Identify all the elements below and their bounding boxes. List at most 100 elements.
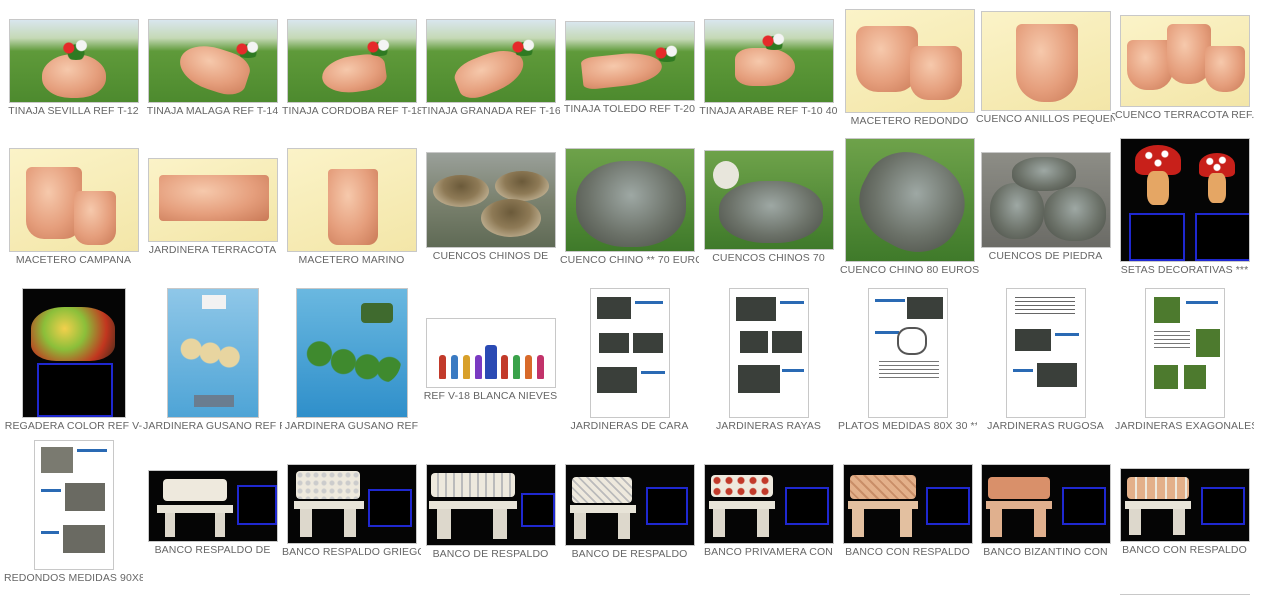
- product-caption[interactable]: JARDINERAS DE CARA: [560, 420, 699, 433]
- product-caption[interactable]: TINAJA GRANADA REF T-16: [421, 105, 560, 118]
- product-thumbnail[interactable]: [21, 288, 126, 418]
- product-caption[interactable]: BANCO RESPALDO DE: [143, 544, 282, 557]
- product-caption[interactable]: JARDINERA GUSANO REF R-: [143, 420, 282, 433]
- product-caption[interactable]: BANCO DE RESPALDO: [560, 548, 699, 561]
- product-caption[interactable]: CUENCO TERRACOTA REF.: [1115, 109, 1254, 122]
- product-caption[interactable]: TINAJA SEVILLA REF T-12: [4, 105, 143, 118]
- product-caption[interactable]: SETAS DECORATIVAS ***: [1115, 264, 1254, 277]
- product-thumbnail[interactable]: [980, 152, 1111, 248]
- product-caption[interactable]: TINAJA TOLEDO REF T-20: [560, 103, 699, 116]
- product-tile[interactable]: TINAJA TOLEDO REF T-20: [560, 21, 699, 116]
- product-caption[interactable]: CUENCOS DE PIEDRA: [976, 250, 1115, 263]
- product-tile[interactable]: TINAJA GRANADA REF T-16: [421, 19, 560, 118]
- product-tile[interactable]: BANCO DE RESPALDO: [421, 464, 560, 561]
- product-tile[interactable]: CUENCOS DE PIEDRA: [976, 152, 1115, 263]
- product-tile[interactable]: MACETERO REDONDO: [840, 9, 979, 128]
- product-caption[interactable]: BANCO DE RESPALDO: [421, 548, 560, 561]
- product-caption[interactable]: TINAJA ARABE REF T-10 40: [699, 105, 838, 118]
- product-thumbnail[interactable]: [147, 158, 278, 242]
- product-caption[interactable]: BANCO RESPALDO GRIEGO: [282, 546, 421, 559]
- product-caption[interactable]: REGADERA COLOR REF V-: [4, 420, 143, 433]
- product-tile[interactable]: JARDINERAS RUGOSA: [976, 288, 1115, 433]
- product-thumbnail[interactable]: [844, 138, 975, 262]
- product-thumbnail[interactable]: [147, 19, 278, 103]
- product-thumbnail[interactable]: [1119, 468, 1250, 542]
- product-thumbnail[interactable]: [425, 19, 556, 103]
- product-caption[interactable]: TINAJA MALAGA REF T-14: [143, 105, 282, 118]
- product-tile[interactable]: JARDINERAS RAYAS: [699, 288, 838, 433]
- product-thumbnail[interactable]: [589, 288, 670, 418]
- product-caption[interactable]: JARDINERAS RUGOSA: [976, 420, 1115, 433]
- product-caption[interactable]: JARDINERA TERRACOTA: [143, 244, 282, 257]
- product-tile[interactable]: JARDINERA GUSANO REF R-: [143, 288, 282, 433]
- product-tile[interactable]: BANCO RESPALDO DE: [143, 470, 282, 557]
- product-tile[interactable]: CUENCOS CHINOS DE: [421, 152, 560, 263]
- product-tile[interactable]: REF V-18 BLANCA NIEVES: [421, 318, 560, 403]
- product-tile[interactable]: JARDINERA GUSANO REF: [282, 288, 421, 433]
- product-tile[interactable]: CUENCOS CHINOS 70: [699, 150, 838, 265]
- product-thumbnail[interactable]: [703, 150, 834, 250]
- product-caption[interactable]: BANCO CON RESPALDO: [1115, 544, 1254, 557]
- product-thumbnail[interactable]: [8, 19, 139, 103]
- product-tile[interactable]: BANCO CON RESPALDO: [838, 464, 977, 559]
- product-thumbnail[interactable]: [425, 464, 556, 546]
- product-thumbnail[interactable]: [425, 318, 556, 388]
- product-caption[interactable]: JARDINERA GUSANO REF: [282, 420, 421, 433]
- product-caption[interactable]: CUENCOS CHINOS DE: [421, 250, 560, 263]
- product-thumbnail[interactable]: [564, 148, 695, 252]
- product-thumbnail[interactable]: [842, 464, 973, 544]
- product-caption[interactable]: BANCO BIZANTINO CON: [976, 546, 1115, 559]
- product-tile[interactable]: CUENCO CHINO 80 EUROS: [840, 138, 979, 277]
- product-tile[interactable]: SETAS DECORATIVAS ***: [1115, 138, 1254, 277]
- product-tile[interactable]: REGADERA COLOR REF V-: [4, 288, 143, 433]
- product-caption[interactable]: TINAJA CORDOBA REF T-18: [282, 105, 421, 118]
- product-caption[interactable]: CUENCO CHINO 80 EUROS: [840, 264, 979, 277]
- product-thumbnail[interactable]: [980, 11, 1111, 111]
- product-tile[interactable]: BANCO CON RESPALDO: [1115, 468, 1254, 557]
- product-tile[interactable]: MACETERO CAMPANA: [4, 148, 143, 267]
- product-tile[interactable]: JARDINERAS DE CARA: [560, 288, 699, 433]
- product-thumbnail[interactable]: [295, 288, 408, 418]
- product-caption[interactable]: REDONDOS MEDIDAS 90X80: [4, 572, 143, 585]
- product-caption[interactable]: CUENCO ANILLOS PEQUEÑO: [976, 113, 1115, 126]
- product-tile[interactable]: CUENCO TERRACOTA REF.: [1115, 15, 1254, 122]
- product-caption[interactable]: CUENCO CHINO ** 70 EUROS: [560, 254, 699, 267]
- product-thumbnail[interactable]: [286, 19, 417, 103]
- product-caption[interactable]: CUENCOS CHINOS 70: [699, 252, 838, 265]
- product-thumbnail[interactable]: [425, 152, 556, 248]
- product-caption[interactable]: JARDINERAS EXAGONALES: [1115, 420, 1254, 433]
- product-caption[interactable]: MACETERO REDONDO: [840, 115, 979, 128]
- product-tile[interactable]: BANCO PRIVAMERA CON: [699, 464, 838, 559]
- product-thumbnail[interactable]: [564, 21, 695, 101]
- product-thumbnail[interactable]: [286, 148, 417, 252]
- product-tile[interactable]: TINAJA ARABE REF T-10 40: [699, 19, 838, 118]
- product-caption[interactable]: BANCO PRIVAMERA CON: [699, 546, 838, 559]
- product-caption[interactable]: MACETERO CAMPANA: [4, 254, 143, 267]
- product-thumbnail[interactable]: [867, 288, 948, 418]
- product-thumbnail[interactable]: [33, 440, 114, 570]
- product-tile[interactable]: MACETERO MARINO: [282, 148, 421, 267]
- product-thumbnail[interactable]: [564, 464, 695, 546]
- product-tile[interactable]: BANCO BIZANTINO CON: [976, 464, 1115, 559]
- product-caption[interactable]: JARDINERAS RAYAS: [699, 420, 838, 433]
- product-tile[interactable]: BANCO RESPALDO GRIEGO: [282, 464, 421, 559]
- product-caption[interactable]: PLATOS MEDIDAS 80X 30 ***: [838, 420, 977, 433]
- product-tile[interactable]: CUENCO CHINO ** 70 EUROS: [560, 148, 699, 267]
- product-caption[interactable]: REF V-18 BLANCA NIEVES: [421, 390, 560, 403]
- product-tile[interactable]: TINAJA SEVILLA REF T-12: [4, 19, 143, 118]
- product-thumbnail[interactable]: [703, 464, 834, 544]
- product-tile[interactable]: JARDINERAS EXAGONALES: [1115, 288, 1254, 433]
- product-thumbnail[interactable]: [728, 288, 809, 418]
- product-tile[interactable]: TINAJA CORDOBA REF T-18: [282, 19, 421, 118]
- product-thumbnail[interactable]: [286, 464, 417, 544]
- product-thumbnail[interactable]: [1005, 288, 1086, 418]
- product-thumbnail[interactable]: [147, 470, 278, 542]
- product-tile[interactable]: BANCO DE RESPALDO: [560, 464, 699, 561]
- product-thumbnail[interactable]: [166, 288, 259, 418]
- product-caption[interactable]: BANCO CON RESPALDO: [838, 546, 977, 559]
- product-thumbnail[interactable]: [1144, 288, 1225, 418]
- product-tile[interactable]: REDONDOS MEDIDAS 90X80: [4, 440, 143, 585]
- product-tile[interactable]: CUENCO ANILLOS PEQUEÑO: [976, 11, 1115, 126]
- product-tile[interactable]: PLATOS MEDIDAS 80X 30 ***: [838, 288, 977, 433]
- product-caption[interactable]: MACETERO MARINO: [282, 254, 421, 267]
